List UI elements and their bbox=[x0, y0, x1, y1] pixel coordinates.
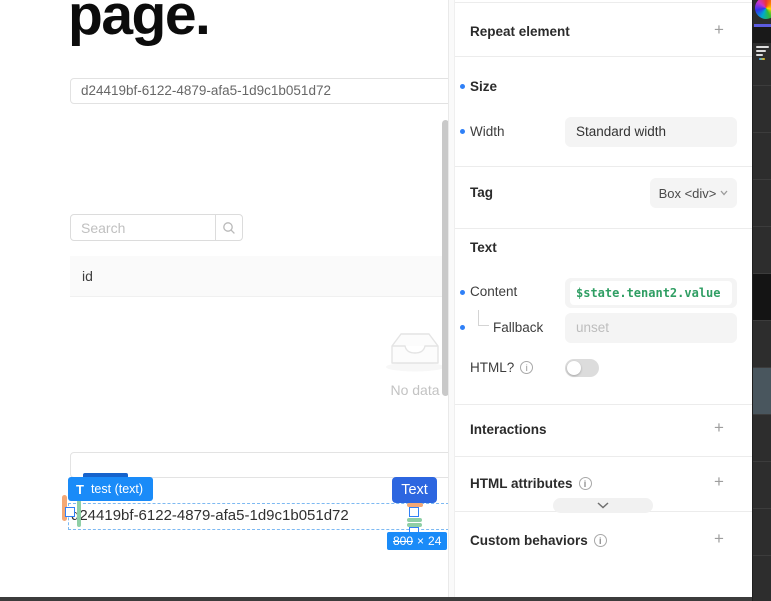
resize-handle-left[interactable] bbox=[65, 507, 75, 517]
size-times: × bbox=[417, 534, 424, 548]
size-width-value: 800 bbox=[393, 534, 413, 548]
search-button[interactable] bbox=[215, 214, 243, 241]
html-toggle[interactable] bbox=[565, 359, 599, 377]
tag-label: Tag bbox=[470, 185, 493, 200]
search-input[interactable] bbox=[70, 214, 216, 241]
dock-item-active[interactable] bbox=[753, 367, 771, 414]
column-header-id: id bbox=[82, 268, 93, 284]
uuid-text-box[interactable]: d24419bf-6122-4879-afa5-1d9c1b051d72 bbox=[70, 78, 449, 104]
search-icon bbox=[222, 221, 236, 235]
section-size: Size bbox=[470, 79, 497, 94]
info-icon: i bbox=[579, 477, 592, 490]
size-indicator: 800 × 24 bbox=[387, 532, 447, 550]
insert-text-badge[interactable]: Text bbox=[392, 477, 437, 503]
padding-handle-left[interactable] bbox=[77, 500, 81, 527]
canvas-scrollbar[interactable] bbox=[442, 120, 449, 396]
add-repeat-element-button[interactable]: + bbox=[711, 22, 727, 38]
section-interactions: Interactions bbox=[470, 422, 547, 437]
right-dock bbox=[752, 0, 771, 601]
table-header-row[interactable]: id bbox=[70, 256, 449, 297]
selected-text[interactable]: d24419bf-6122-4879-afa5-1d9c1b051d72 bbox=[71, 507, 349, 524]
size-modified-dot bbox=[460, 84, 465, 89]
add-custom-behavior-button[interactable]: + bbox=[711, 531, 727, 547]
bottom-bar bbox=[0, 597, 752, 601]
section-text: Text bbox=[470, 240, 497, 255]
colorful-app-icon[interactable] bbox=[755, 0, 771, 19]
canvas-area[interactable]: page. d24419bf-6122-4879-afa5-1d9c1b051d… bbox=[0, 0, 449, 597]
width-modified-dot bbox=[460, 129, 465, 134]
selection-label-text: test (text) bbox=[91, 482, 143, 496]
info-icon: i bbox=[594, 534, 607, 547]
add-html-attribute-button[interactable]: + bbox=[711, 474, 727, 490]
dock-item[interactable] bbox=[753, 273, 771, 320]
width-label: Width bbox=[470, 124, 505, 139]
fallback-label: Fallback bbox=[493, 320, 543, 335]
page-title: page. bbox=[68, 0, 209, 48]
chevron-down-icon bbox=[720, 190, 728, 196]
section-custom-behaviors: Custom behaviorsi bbox=[470, 533, 607, 548]
fallback-modified-dot bbox=[460, 325, 465, 330]
info-icon: i bbox=[520, 361, 533, 374]
app-window: page. d24419bf-6122-4879-afa5-1d9c1b051d… bbox=[0, 0, 771, 601]
fallback-tree-line bbox=[478, 310, 489, 326]
fallback-value-field[interactable]: unset bbox=[565, 313, 737, 343]
selection-label[interactable]: T test (text) bbox=[68, 477, 153, 501]
content-code-binding: $state.tenant2.value bbox=[570, 281, 732, 305]
section-html-attributes: HTML attributesi bbox=[470, 476, 592, 491]
tag-select-value: Box <div> bbox=[659, 186, 717, 201]
empty-inbox-icon bbox=[384, 359, 446, 376]
settings-panel: Repeat element + Size Width Standard wid… bbox=[455, 0, 752, 597]
section-repeat-element: Repeat element bbox=[470, 24, 570, 39]
chevron-down-icon bbox=[597, 502, 609, 509]
content-label: Content bbox=[470, 284, 517, 299]
text-element-icon: T bbox=[76, 482, 84, 497]
empty-state-text: No data bbox=[383, 382, 447, 398]
expand-panel-button[interactable] bbox=[553, 498, 653, 513]
content-modified-dot bbox=[460, 290, 465, 295]
toggle-knob bbox=[567, 361, 581, 375]
padding-handle-top[interactable] bbox=[407, 518, 422, 522]
width-value-field[interactable]: Standard width bbox=[565, 117, 737, 147]
add-interaction-button[interactable]: + bbox=[711, 420, 727, 436]
tag-select[interactable]: Box <div> bbox=[650, 178, 737, 208]
html-toggle-label: HTML?i bbox=[470, 360, 533, 375]
content-value-field[interactable]: $state.tenant2.value bbox=[565, 278, 737, 308]
resize-handle-top[interactable] bbox=[409, 507, 419, 517]
empty-state: No data bbox=[383, 330, 447, 398]
size-height-value: 24 bbox=[428, 534, 441, 548]
